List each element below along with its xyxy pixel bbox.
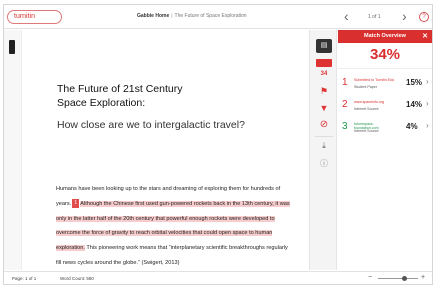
chevron-right-icon[interactable]: › bbox=[426, 121, 429, 130]
paper-heading: The Future of 21st Century Space Explora… bbox=[57, 83, 183, 109]
paper-subheading: How close are we to intergalactic travel… bbox=[57, 119, 245, 131]
overall-similarity: 34% bbox=[369, 46, 401, 63]
match-source: Submitted to Turnitin.Edu bbox=[354, 78, 395, 82]
match-item[interactable]: 1 Submitted to Turnitin.Edu Student Pape… bbox=[338, 74, 432, 96]
close-icon[interactable]: ✕ bbox=[422, 30, 428, 43]
panel-header: Match Overview ✕ bbox=[338, 30, 432, 43]
turnitin-logo: turnitin bbox=[7, 10, 62, 24]
tool-divider bbox=[315, 136, 333, 137]
next-paper-button[interactable]: › bbox=[402, 8, 407, 24]
tool-strip: ▤ 34 ⚑ ▼ ⊘ ⤓ ⓘ bbox=[309, 30, 337, 270]
match-count-badge[interactable]: 34 bbox=[316, 71, 332, 77]
document-title-bar: Gabbie Home | The Future of Space Explorat… bbox=[137, 13, 247, 19]
word-count: Word Count: 580 bbox=[60, 276, 94, 281]
similarity-layer-icon[interactable] bbox=[316, 59, 332, 67]
flag-icon[interactable]: ⚑ bbox=[316, 86, 332, 97]
filter-icon[interactable]: ▼ bbox=[316, 103, 332, 113]
paper-paragraph: Humans have been looking up to the stars… bbox=[56, 182, 292, 271]
page-count: Page: 1 of 1 bbox=[12, 276, 37, 281]
chevron-right-icon[interactable]: › bbox=[426, 77, 429, 86]
paragraph-text-3: This pioneering work means that “interpl… bbox=[56, 245, 288, 266]
match-number: 1 bbox=[342, 77, 348, 88]
match-percent: 15% bbox=[406, 78, 423, 87]
help-icon[interactable]: ? bbox=[419, 12, 429, 22]
exclude-icon[interactable]: ⊘ bbox=[316, 119, 332, 130]
highlighted-match-text[interactable]: Although the Chinese first used gun-powe… bbox=[56, 200, 290, 252]
match-marker-1[interactable]: 1 bbox=[72, 198, 80, 208]
match-source-type: Student Paper bbox=[354, 85, 377, 89]
match-item[interactable]: 2 www.spaceinfo.org Internet Source 14% … bbox=[338, 96, 432, 118]
download-icon[interactable]: ⤓ bbox=[316, 141, 332, 151]
status-bar: Page: 1 of 1 Word Count: 580 − + bbox=[4, 271, 432, 284]
document-icon[interactable]: ▤ bbox=[316, 39, 332, 53]
match-item[interactable]: 3 futurespace-foundation.com Internet So… bbox=[338, 118, 432, 140]
match-source: www.spaceinfo.org bbox=[354, 100, 385, 104]
zoom-slider[interactable] bbox=[378, 276, 418, 281]
panel-title: Match Overview bbox=[364, 33, 406, 39]
match-source-type: Internet Source bbox=[354, 107, 379, 111]
match-source-type: Internet Source bbox=[354, 129, 379, 133]
document-viewer: The Future of 21st Century Space Explora… bbox=[22, 30, 309, 270]
top-bar: turnitin Gabbie Home | The Future of Space… bbox=[4, 5, 432, 29]
zoom-out-icon[interactable]: − bbox=[368, 274, 372, 281]
info-icon[interactable]: ⓘ bbox=[316, 158, 332, 169]
previous-paper-button[interactable]: ‹ bbox=[344, 8, 349, 24]
match-overview-panel: Match Overview ✕ 34% 1 Submitted to Turn… bbox=[338, 30, 432, 270]
match-number: 3 bbox=[342, 121, 348, 132]
match-percent: 14% bbox=[406, 100, 423, 109]
paper-title: The Future of Space Exploration bbox=[174, 13, 247, 19]
left-sidebar bbox=[4, 30, 22, 270]
zoom-in-icon[interactable]: + bbox=[421, 274, 425, 281]
student-name: Gabbie Home bbox=[137, 13, 170, 19]
zoom-slider-handle[interactable] bbox=[401, 276, 407, 281]
match-number: 2 bbox=[342, 99, 348, 110]
sidebar-toggle-handle[interactable] bbox=[9, 40, 15, 54]
match-percent: 4% bbox=[406, 122, 418, 131]
panel-divider bbox=[338, 68, 432, 69]
paper-indicator: 1 of 1 bbox=[368, 14, 381, 20]
app-window: turnitin Gabbie Home | The Future of Space… bbox=[3, 4, 433, 285]
chevron-right-icon[interactable]: › bbox=[426, 99, 429, 108]
